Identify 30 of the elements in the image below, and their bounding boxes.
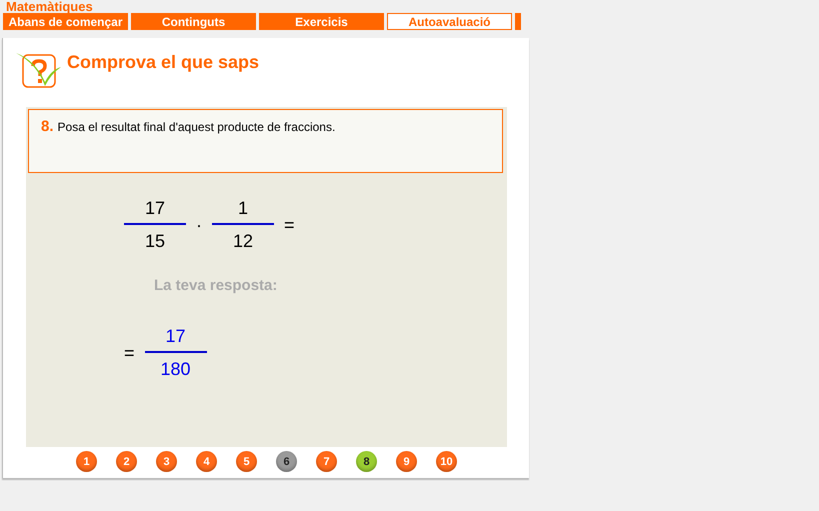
answer-denominator: 180	[160, 358, 191, 380]
numerator: 17	[144, 198, 166, 220]
nav-tab[interactable]: Continguts	[131, 13, 256, 30]
question-check-icon	[15, 52, 63, 90]
denominator: 12	[232, 230, 254, 252]
page-button[interactable]: 6	[276, 451, 297, 472]
site-title: Matemàtiques	[5, 0, 94, 13]
equals-sign: =	[284, 214, 295, 236]
equals-sign: =	[124, 342, 135, 364]
denominator: 15	[144, 230, 166, 252]
section-title: Comprova el que saps	[67, 52, 260, 72]
page-button[interactable]: 5	[236, 451, 257, 472]
multiply-sign: ·	[196, 214, 202, 236]
page-button[interactable]: 7	[316, 451, 337, 472]
page-button[interactable]: 1	[76, 451, 97, 472]
page-button[interactable]: 8	[356, 451, 377, 472]
numerator: 1	[238, 198, 248, 220]
question-number: 8.	[41, 118, 54, 135]
tab-edge	[515, 13, 521, 30]
question-text: Posa el resultat final d'aquest producte de fraccions.	[58, 120, 336, 134]
answer-numerator: 17	[166, 326, 186, 348]
page-button[interactable]: 10	[436, 451, 457, 472]
nav-tab[interactable]: Autoavaluació	[387, 13, 512, 30]
nav-tab[interactable]: Abans de començar	[3, 13, 128, 30]
nav-tab[interactable]: Exercicis	[259, 13, 384, 30]
page-button[interactable]: 9	[396, 451, 417, 472]
answer-label: La teva resposta:	[154, 277, 278, 294]
page-button[interactable]: 3	[156, 451, 177, 472]
page-button[interactable]: 4	[196, 451, 217, 472]
page-button[interactable]: 2	[116, 451, 137, 472]
